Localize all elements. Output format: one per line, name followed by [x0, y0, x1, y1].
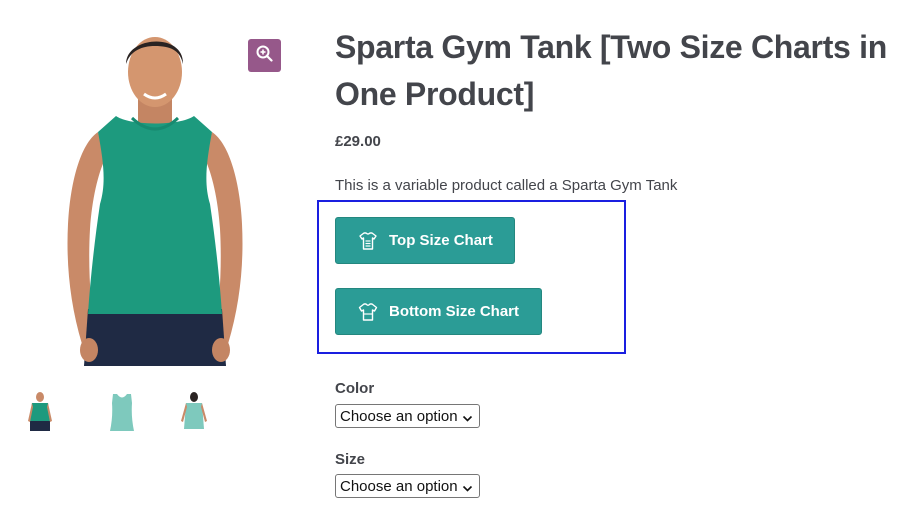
thumbnail-back[interactable]	[176, 391, 212, 433]
tshirt-icon	[358, 302, 378, 322]
product-page: Sparta Gym Tank [Two Size Charts in One …	[0, 0, 900, 517]
color-label: Color	[335, 380, 375, 397]
thumbnail-front[interactable]	[22, 391, 58, 433]
color-select-value: Choose an option	[340, 407, 458, 425]
chevron-down-icon	[462, 481, 473, 498]
bottom-size-chart-button[interactable]: Bottom Size Chart	[335, 288, 542, 335]
top-size-chart-button[interactable]: Top Size Chart	[335, 217, 515, 264]
thumbnail-tank-only[interactable]	[104, 391, 140, 433]
size-label: Size	[335, 451, 366, 468]
chevron-down-icon	[462, 411, 473, 428]
size-select-value: Choose an option	[340, 477, 458, 495]
product-description: This is a variable product called a Spar…	[335, 177, 678, 194]
zoom-button[interactable]	[248, 39, 281, 72]
color-select[interactable]: Choose an option	[335, 404, 480, 428]
size-select[interactable]: Choose an option	[335, 474, 480, 498]
product-title: Sparta Gym Tank [Two Size Charts in One …	[335, 29, 887, 112]
thumbnail-strip	[22, 391, 222, 433]
product-price: £29.00	[335, 133, 381, 150]
magnifier-plus-icon	[256, 45, 273, 67]
bottom-size-chart-label: Bottom Size Chart	[389, 303, 520, 320]
top-size-chart-label: Top Size Chart	[389, 232, 493, 249]
tshirt-chart-icon	[358, 231, 378, 251]
